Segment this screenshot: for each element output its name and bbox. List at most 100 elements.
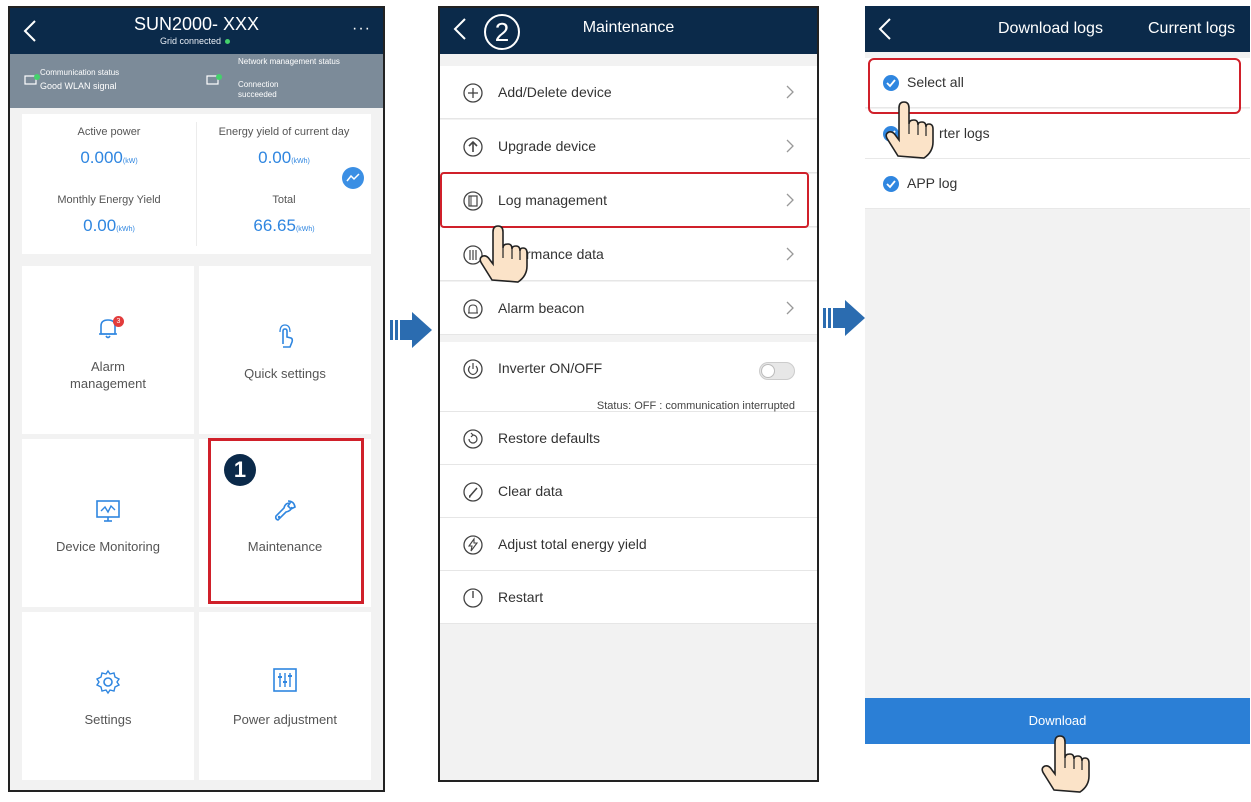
total-yield-unit: (kWh) [295,226,315,233]
check-icon[interactable] [883,176,899,192]
net-status-label: Network management status [238,57,340,66]
hand-pointer-icon [479,225,528,283]
chevron-right-icon [786,85,794,99]
gear-icon [95,669,121,695]
network-icon [206,74,222,85]
inverter-toggle[interactable] [759,362,795,380]
more-icon[interactable]: ··· [352,20,371,38]
inverter-status-note: Status: OFF : communication interrupted [596,400,795,412]
tab-current-logs[interactable]: Current logs [1148,20,1235,38]
tab-download-logs[interactable]: Download logs [998,20,1103,38]
active-power-label: Active power [77,126,141,138]
menu-item-restart[interactable]: Restart [440,571,817,624]
active-power-unit: (kW) [122,158,138,165]
monthly-yield-value-row: 0.00(kWh) [22,216,196,236]
right-arrow-icon [823,300,865,336]
add-delete-label: Add/Delete device [498,84,612,100]
total-yield-value: 66.65 [253,216,296,235]
upload-circle-icon [463,137,483,157]
tile-power-adjustment[interactable]: Power adjustment [199,612,371,780]
inverter-on-off-label: Inverter ON/OFF [498,360,603,376]
lightning-icon [463,535,483,555]
performance-data-label: rmance data [526,246,604,262]
chevron-right-icon [786,139,794,153]
status-dot [225,39,231,45]
menu-item-adjust-total-energy-yield[interactable]: Adjust total energy yield [440,518,817,571]
app-log-label: APP log [907,175,958,191]
restart-icon [463,588,483,608]
total-yield: Total 66.65(kWh) [197,194,371,236]
adjust-total-energy-yield-label: Adjust total energy yield [498,536,647,552]
monthly-yield-unit: (kWh) [116,226,135,233]
alarm-management-label: Alarm management [70,359,146,391]
clear-data-label: Clear data [498,483,563,499]
status-bar: Communication status Good WLAN signal Ne… [10,54,383,108]
grid-status-text: Grid connected [160,36,222,46]
step-1-marker: 1 [224,454,256,486]
chevron-right-icon [786,247,794,261]
inverter-logs-label: rter logs [939,125,990,141]
quick-settings-label: Quick settings [244,366,326,381]
comm-status-value: Good WLAN signal [40,81,117,91]
hand-pointer-icon [1041,735,1090,793]
restore-icon [463,429,483,449]
active-power-value: 0.000 [80,148,123,167]
tap-icon [279,324,294,348]
total-yield-value-row: 66.65(kWh) [197,216,371,236]
plus-circle-icon [463,83,483,103]
app-log-row[interactable]: APP log [865,159,1250,209]
tile-quick-settings[interactable]: Quick settings [199,266,371,434]
net-status-value: Connection succeeded [238,80,279,99]
back-icon[interactable] [875,16,897,42]
sliders-icon [273,668,297,692]
chevron-right-icon [786,301,794,315]
right-arrow-icon [390,312,432,348]
upgrade-label: Upgrade device [498,138,597,154]
home-screen: SUN2000- XXX Grid connected ··· Communic… [8,6,385,792]
active-power-value-row: 0.000(kW) [22,148,196,168]
power-adjustment-label: Power adjustment [232,712,338,727]
monitor-icon [96,500,120,522]
settings-label: Settings [84,712,132,727]
menu-item-add-delete-device[interactable]: Add/Delete device [440,66,817,119]
toggle-knob [761,364,775,378]
tile-settings[interactable]: Settings [22,612,194,780]
power-icon [463,359,483,379]
maintenance-screen: 2 Maintenance Add/Delete device Upgrade … [438,6,819,782]
tile-device-monitoring[interactable]: Device Monitoring [22,439,194,607]
home-top-bar: SUN2000- XXX Grid connected ··· [10,8,383,54]
comm-status-label: Communication status [40,68,120,77]
daily-yield-label: Energy yield of current day [218,126,350,138]
device-title: SUN2000- XXX [133,14,260,34]
monthly-yield-label: Monthly Energy Yield [57,194,161,206]
grid-status: Grid connected [160,36,231,46]
beacon-icon [463,299,483,319]
device-monitoring-label: Device Monitoring [55,539,161,554]
daily-yield-unit: (kWh) [291,158,310,165]
logs-top-bar: Download logs Current logs [865,6,1250,52]
maintenance-top-bar: 2 Maintenance [440,8,817,54]
restart-label: Restart [498,589,544,605]
total-yield-label: Total [272,194,296,206]
alarm-beacon-label: Alarm beacon [498,300,585,316]
daily-yield-value: 0.00 [258,148,292,167]
active-power: Active power 0.000(kW) [22,126,196,168]
hand-pointer-icon [885,101,934,159]
monthly-yield: Monthly Energy Yield 0.00(kWh) [22,194,196,236]
menu-item-clear-data[interactable]: Clear data [440,465,817,518]
page-title: Maintenance [582,19,675,36]
monthly-yield-value: 0.00 [83,216,117,235]
clear-icon [463,482,483,502]
wlan-icon [24,74,40,85]
menu-item-restore-defaults[interactable]: Restore defaults [440,412,817,465]
menu-item-alarm-beacon[interactable]: Alarm beacon [440,282,817,335]
daily-yield-value-row: 0.00(kWh) [197,148,371,168]
alarm-count-badge: 3 [113,316,124,327]
menu-item-upgrade-device[interactable]: Upgrade device [440,120,817,173]
tile-alarm-management[interactable]: 3 Alarm management [22,266,194,434]
energy-metrics: Active power 0.000(kW) Energy yield of c… [22,114,371,254]
chart-icon[interactable] [342,167,364,189]
restore-defaults-label: Restore defaults [498,430,600,446]
daily-yield: Energy yield of current day 0.00(kWh) [197,126,371,168]
metric-divider [196,122,197,246]
